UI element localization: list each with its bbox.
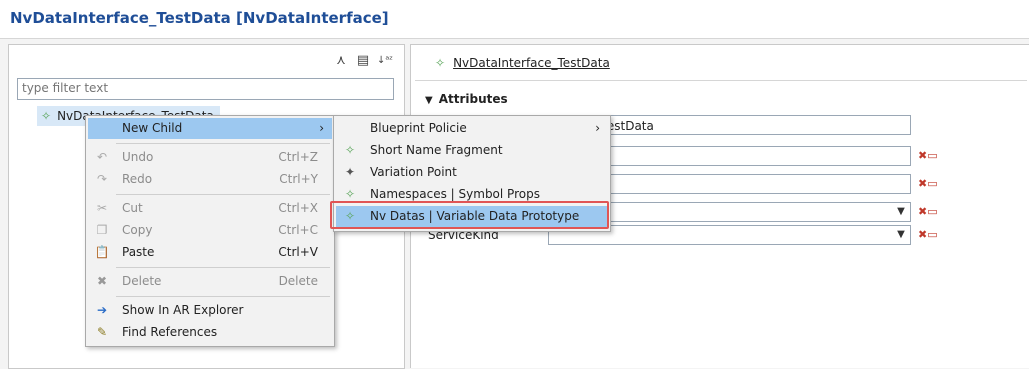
menu-item-shortcut: Delete bbox=[278, 274, 318, 288]
menu-item-shortcut: Ctrl+V bbox=[278, 245, 318, 259]
menu-item-label: Short Name Fragment bbox=[370, 143, 503, 157]
copy-icon: ❐ bbox=[96, 223, 108, 237]
menu-item-label: Find References bbox=[122, 325, 218, 339]
undo-icon: ↶ bbox=[96, 150, 108, 164]
element-icon: ✧ bbox=[41, 109, 52, 123]
cut-icon: ✂ bbox=[96, 201, 108, 215]
properties-heading-link[interactable]: NvDataInterface_TestData bbox=[453, 56, 610, 70]
collapse-tree-icon[interactable]: ⋏ bbox=[333, 53, 349, 69]
clear-icon[interactable]: ✖▭ bbox=[918, 206, 938, 218]
menu-item-undo[interactable]: ↶ Undo Ctrl+Z bbox=[88, 147, 332, 168]
paste-icon: 📋 bbox=[94, 245, 110, 259]
chevron-right-icon: › bbox=[595, 121, 600, 135]
menu-item-redo[interactable]: ↷ Redo Ctrl+Y bbox=[88, 169, 332, 190]
editor-title: NvDataInterface_TestData [NvDataInterfac… bbox=[10, 9, 389, 27]
editor-title-bar: NvDataInterface_TestData [NvDataInterfac… bbox=[0, 0, 1029, 39]
menu-item-paste[interactable]: 📋 Paste Ctrl+V bbox=[88, 242, 332, 263]
filter-field[interactable] bbox=[17, 78, 394, 100]
chevron-down-icon[interactable]: ▼ bbox=[894, 227, 908, 243]
menu-item-label: New Child bbox=[122, 121, 183, 135]
chevron-right-icon: › bbox=[319, 121, 324, 135]
menu-item-show-in-ar-explorer[interactable]: ➔ Show In AR Explorer bbox=[88, 300, 332, 321]
delete-icon: ✖ bbox=[96, 274, 108, 288]
menu-item-label: Blueprint Policie bbox=[370, 121, 467, 135]
menu-item-label: Cut bbox=[122, 201, 143, 215]
menu-separator bbox=[116, 194, 330, 195]
find-references-icon: ✎ bbox=[96, 325, 108, 339]
document-icon[interactable]: ▤ bbox=[355, 53, 371, 69]
menu-item-label: Show In AR Explorer bbox=[122, 303, 244, 317]
menu-item-label: Redo bbox=[122, 172, 153, 186]
attributes-section-title[interactable]: ▼ Attributes bbox=[425, 92, 508, 106]
menu-separator bbox=[116, 267, 330, 268]
menu-item-shortcut: Ctrl+Y bbox=[279, 172, 318, 186]
menu-separator bbox=[116, 296, 330, 297]
show-in-explorer-icon: ➔ bbox=[96, 303, 108, 317]
clear-icon[interactable]: ✖▭ bbox=[918, 229, 938, 241]
submenu-item-variation-point[interactable]: ✦ Variation Point bbox=[336, 162, 608, 183]
variation-point-icon: ✦ bbox=[344, 165, 356, 179]
menu-item-label: Copy bbox=[122, 223, 153, 237]
submenu-item-short-name-fragment[interactable]: ✧ Short Name Fragment bbox=[336, 140, 608, 161]
menu-item-shortcut: Ctrl+X bbox=[278, 201, 318, 215]
menu-item-shortcut: Ctrl+Z bbox=[278, 150, 318, 164]
element-icon: ✧ bbox=[344, 143, 356, 157]
menu-item-label: Undo bbox=[122, 150, 154, 164]
menu-item-find-references[interactable]: ✎ Find References bbox=[88, 322, 332, 343]
properties-heading: ✧ NvDataInterface_TestData bbox=[435, 54, 610, 72]
highlight-box bbox=[330, 201, 609, 229]
clear-icon[interactable]: ✖▭ bbox=[918, 178, 938, 190]
menu-item-shortcut: Ctrl+C bbox=[278, 223, 318, 237]
chevron-down-icon[interactable]: ▼ bbox=[894, 204, 908, 220]
sort-az-icon[interactable]: ↓ᵃᶻ bbox=[377, 53, 393, 69]
element-icon: ✧ bbox=[435, 56, 446, 70]
clear-icon[interactable]: ✖▭ bbox=[918, 150, 938, 162]
divider bbox=[415, 80, 1027, 81]
filter-input[interactable] bbox=[18, 79, 386, 97]
menu-item-cut[interactable]: ✂ Cut Ctrl+X bbox=[88, 198, 332, 219]
menu-separator bbox=[116, 143, 330, 144]
collapse-triangle-icon[interactable]: ▼ bbox=[425, 95, 433, 106]
menu-item-delete[interactable]: ✖ Delete Delete bbox=[88, 271, 332, 292]
menu-item-copy[interactable]: ❐ Copy Ctrl+C bbox=[88, 220, 332, 241]
redo-icon: ↷ bbox=[96, 172, 108, 186]
menu-item-label: Paste bbox=[122, 245, 155, 259]
menu-item-label: Variation Point bbox=[370, 165, 457, 179]
menu-item-new-child[interactable]: New Child › bbox=[88, 118, 332, 139]
menu-item-label: Delete bbox=[122, 274, 162, 288]
context-menu: New Child › ↶ Undo Ctrl+Z ↷ Redo Ctrl+Y … bbox=[85, 115, 335, 347]
submenu-item-blueprint-policie[interactable]: Blueprint Policie › bbox=[336, 118, 608, 139]
